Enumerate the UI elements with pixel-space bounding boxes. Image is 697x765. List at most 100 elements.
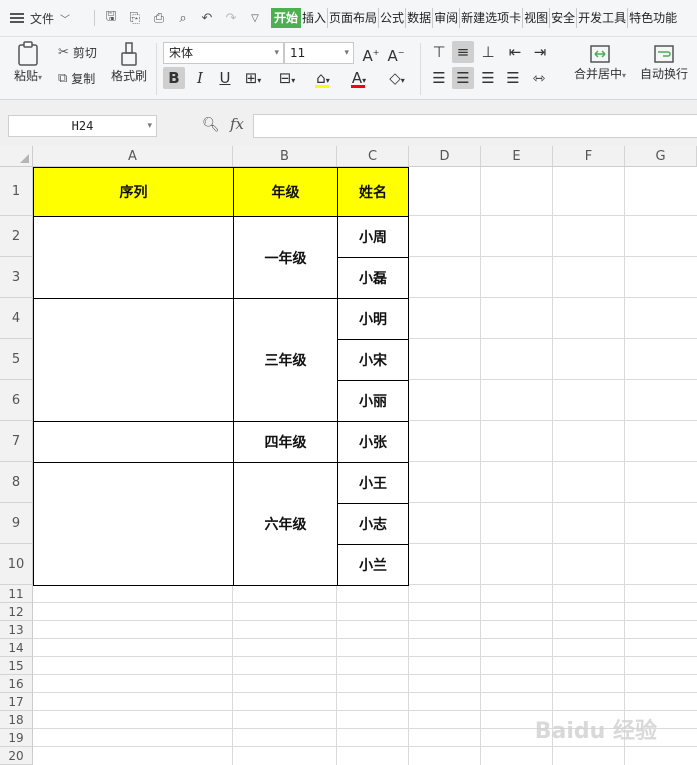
tab-features[interactable]: 特色功能 bbox=[628, 8, 678, 28]
cell-c8[interactable]: 小王 bbox=[337, 462, 409, 504]
column-header-c[interactable]: C bbox=[337, 146, 409, 167]
column-header-b[interactable]: B bbox=[233, 146, 337, 167]
customize-toolbar-icon[interactable]: ▽ bbox=[243, 13, 267, 24]
align-right-icon[interactable]: ☰ bbox=[477, 67, 499, 89]
font-name-select[interactable]: 宋体 ▾ bbox=[163, 42, 284, 64]
zoom-icon[interactable]: 🔍︎ bbox=[202, 117, 220, 133]
tab-data[interactable]: 数据 bbox=[406, 8, 434, 28]
row-header-16[interactable]: 16 bbox=[0, 675, 33, 693]
cell-b2-b3[interactable]: 一年级 bbox=[233, 216, 338, 299]
formula-input[interactable] bbox=[253, 114, 697, 138]
tab-new-tab[interactable]: 新建选项卡 bbox=[460, 8, 524, 28]
cell-c9[interactable]: 小志 bbox=[337, 503, 409, 545]
cell-c10[interactable]: 小兰 bbox=[337, 544, 409, 586]
fx-icon[interactable]: fx bbox=[230, 115, 244, 133]
cut-button[interactable]: ✂ 剪切 bbox=[58, 44, 97, 61]
row-header-10[interactable]: 10 bbox=[0, 544, 33, 585]
save-icon[interactable]: 🖫 bbox=[99, 7, 123, 29]
increase-font-icon[interactable]: A+ bbox=[360, 42, 382, 65]
border-icon[interactable]: ⊞▾ bbox=[242, 67, 264, 89]
font-size-select[interactable]: 11 ▾ bbox=[284, 42, 354, 64]
column-header-a[interactable]: A bbox=[33, 146, 233, 167]
chevron-down-icon: ▾ bbox=[147, 121, 152, 131]
row-header-15[interactable]: 15 bbox=[0, 657, 33, 675]
cell-c4[interactable]: 小明 bbox=[337, 298, 409, 340]
row-header-1[interactable]: 1 bbox=[0, 167, 33, 216]
cell-a2-a3[interactable] bbox=[33, 216, 234, 299]
column-header-f[interactable]: F bbox=[553, 146, 625, 167]
print-preview-icon[interactable]: ⌕ bbox=[171, 11, 195, 26]
cell-a8-a10[interactable] bbox=[33, 462, 234, 586]
cell-c3[interactable]: 小磊 bbox=[337, 257, 409, 299]
align-middle-icon[interactable]: ≡ bbox=[452, 41, 474, 63]
cell-b1[interactable]: 年级 bbox=[233, 167, 338, 217]
align-left-icon[interactable]: ☰ bbox=[428, 67, 450, 89]
distribute-icon[interactable]: ⇿ bbox=[528, 67, 550, 89]
tab-insert[interactable]: 插入 bbox=[301, 8, 329, 28]
cell-c1[interactable]: 姓名 bbox=[337, 167, 409, 217]
cell-b4-b6[interactable]: 三年级 bbox=[233, 298, 338, 422]
row-header-2[interactable]: 2 bbox=[0, 216, 33, 257]
tab-formulas[interactable]: 公式 bbox=[379, 8, 407, 28]
align-bottom-icon[interactable]: ⊥ bbox=[477, 41, 499, 63]
tab-review[interactable]: 审阅 bbox=[433, 8, 461, 28]
select-all-corner[interactable] bbox=[0, 146, 33, 167]
tab-home[interactable]: 开始 bbox=[271, 8, 302, 28]
tab-view[interactable]: 视图 bbox=[523, 8, 551, 28]
copy-button[interactable]: ⧉ 复制 bbox=[58, 70, 95, 87]
row-header-3[interactable]: 3 bbox=[0, 257, 33, 298]
undo-icon[interactable]: ↶ bbox=[195, 11, 219, 26]
name-box[interactable]: H24 ▾ bbox=[8, 115, 157, 137]
cell-style-icon[interactable]: ⊟▾ bbox=[276, 67, 298, 89]
file-menu[interactable]: 文件 ﹀ bbox=[0, 10, 90, 27]
merge-center-button[interactable]: 合并居中▾ bbox=[570, 43, 630, 82]
cell-c5[interactable]: 小宋 bbox=[337, 339, 409, 381]
row-header-7[interactable]: 7 bbox=[0, 421, 33, 462]
cell-c6[interactable]: 小丽 bbox=[337, 380, 409, 422]
eraser-icon[interactable]: ◇▾ bbox=[386, 67, 408, 89]
row-header-18[interactable]: 18 bbox=[0, 711, 33, 729]
decrease-indent-icon[interactable]: ⇤ bbox=[504, 41, 526, 63]
cell-c2[interactable]: 小周 bbox=[337, 216, 409, 258]
column-header-g[interactable]: G bbox=[625, 146, 697, 167]
tab-security[interactable]: 安全 bbox=[550, 8, 578, 28]
print-icon[interactable]: ⎙ bbox=[147, 11, 171, 26]
format-painter-button[interactable]: 格式刷 bbox=[108, 41, 150, 84]
cell-b8-b10[interactable]: 六年级 bbox=[233, 462, 338, 586]
bold-button[interactable]: B bbox=[163, 67, 185, 89]
row-header-11[interactable]: 11 bbox=[0, 585, 33, 603]
row-header-13[interactable]: 13 bbox=[0, 621, 33, 639]
italic-button[interactable]: I bbox=[189, 67, 211, 89]
redo-icon[interactable]: ↷ bbox=[219, 11, 243, 26]
row-header-8[interactable]: 8 bbox=[0, 462, 33, 503]
row-header-5[interactable]: 5 bbox=[0, 339, 33, 380]
paste-button[interactable]: 粘贴▾ bbox=[10, 41, 46, 84]
row-header-17[interactable]: 17 bbox=[0, 693, 33, 711]
cell-a7[interactable] bbox=[33, 421, 234, 463]
cell-c7[interactable]: 小张 bbox=[337, 421, 409, 463]
fill-color-button[interactable]: ⌂▾ bbox=[312, 67, 334, 89]
column-header-e[interactable]: E bbox=[481, 146, 553, 167]
row-header-9[interactable]: 9 bbox=[0, 503, 33, 544]
increase-indent-icon[interactable]: ⇥ bbox=[529, 41, 551, 63]
align-top-icon[interactable]: ⊤ bbox=[428, 41, 450, 63]
cell-a1[interactable]: 序列 bbox=[33, 167, 234, 217]
row-header-4[interactable]: 4 bbox=[0, 298, 33, 339]
row-header-20[interactable]: 20 bbox=[0, 747, 33, 765]
align-center-icon[interactable]: ☰ bbox=[452, 67, 474, 89]
cell-b7[interactable]: 四年级 bbox=[233, 421, 338, 463]
underline-button[interactable]: U bbox=[214, 67, 236, 89]
row-header-6[interactable]: 6 bbox=[0, 380, 33, 421]
export-icon[interactable]: ⎘ bbox=[123, 11, 147, 26]
row-header-19[interactable]: 19 bbox=[0, 729, 33, 747]
justify-icon[interactable]: ☰ bbox=[502, 67, 524, 89]
decrease-font-icon[interactable]: A− bbox=[385, 42, 407, 65]
tab-page-layout[interactable]: 页面布局 bbox=[328, 8, 380, 28]
row-header-14[interactable]: 14 bbox=[0, 639, 33, 657]
wrap-text-button[interactable]: 自动换行 bbox=[638, 43, 690, 82]
column-header-d[interactable]: D bbox=[409, 146, 481, 167]
tab-developer[interactable]: 开发工具 bbox=[577, 8, 629, 28]
cell-a4-a6[interactable] bbox=[33, 298, 234, 422]
font-color-button[interactable]: A▾ bbox=[348, 67, 370, 89]
row-header-12[interactable]: 12 bbox=[0, 603, 33, 621]
